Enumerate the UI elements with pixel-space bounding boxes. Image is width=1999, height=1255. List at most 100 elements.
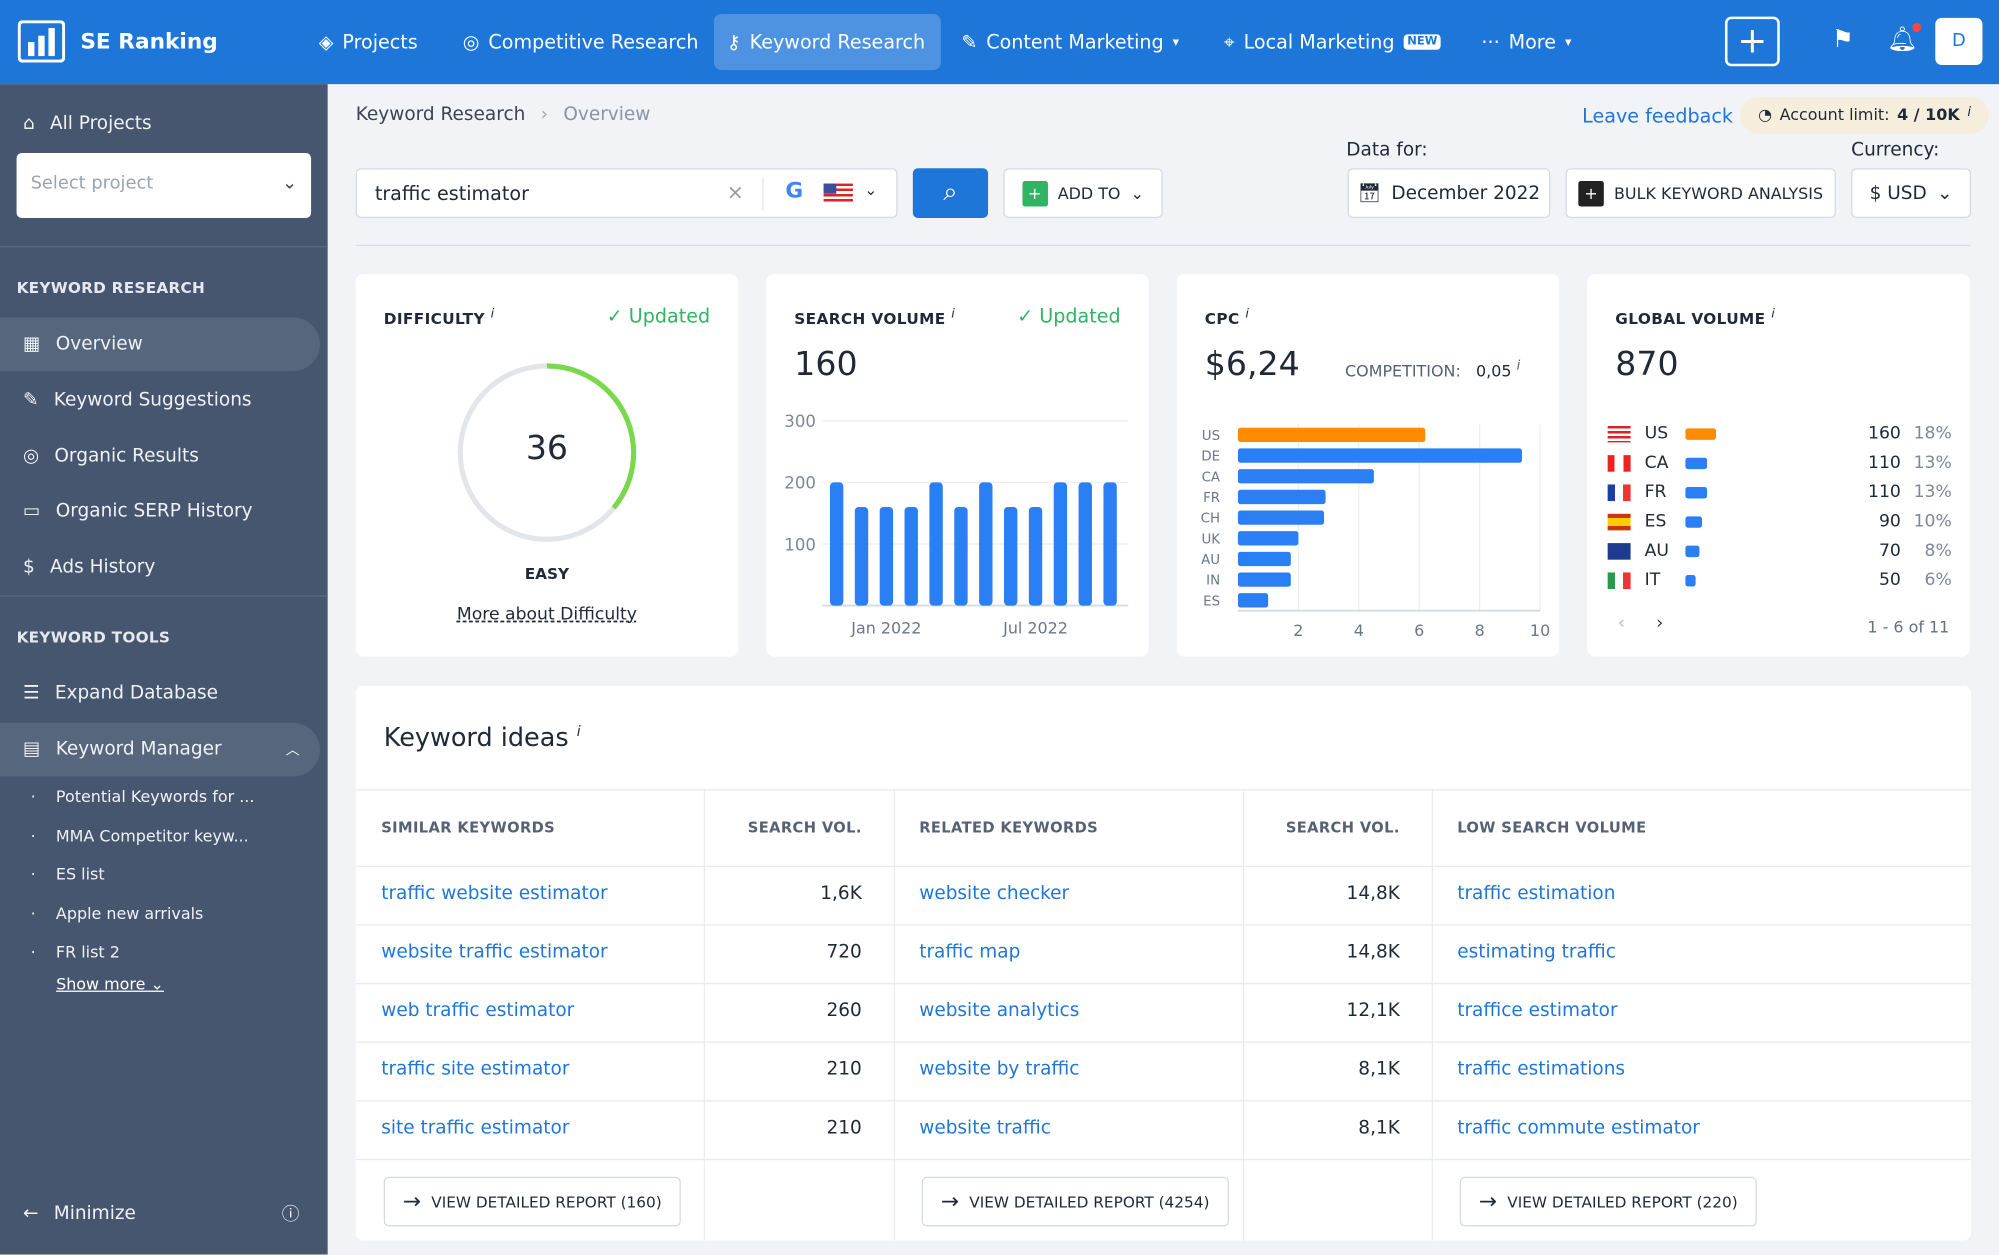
- nav-keyword-research[interactable]: ⚷ Keyword Research: [713, 14, 941, 71]
- volume-bar[interactable]: [1028, 506, 1043, 606]
- cpc-bar[interactable]: [1237, 427, 1426, 443]
- search-volume-value: 12,1K: [1346, 1000, 1400, 1022]
- leave-feedback-link[interactable]: Leave feedback: [1582, 105, 1733, 128]
- avatar[interactable]: D: [1935, 17, 1983, 66]
- cpc-bar[interactable]: [1237, 489, 1326, 505]
- google-icon[interactable]: G: [785, 178, 803, 203]
- cpc-bar[interactable]: [1237, 551, 1291, 567]
- country-row: US 160 18%: [1607, 422, 1952, 447]
- currency-select[interactable]: $ USD ⌄: [1851, 168, 1971, 219]
- x-tick-label: 6: [1414, 621, 1424, 640]
- chevron-down-icon: ⌄: [282, 173, 298, 194]
- sidebar-item-overview[interactable]: ▦ Overview: [0, 317, 320, 371]
- cpc-bar[interactable]: [1237, 469, 1374, 484]
- show-more-link[interactable]: Show more ⌄: [56, 974, 164, 993]
- prev-page-icon[interactable]: ‹: [1618, 613, 1625, 633]
- sidebar-item-expand-database[interactable]: ☰ Expand Database: [0, 667, 320, 721]
- sidebar-item-keyword-suggestions[interactable]: ✎ Keyword Suggestions: [0, 374, 320, 428]
- volume-bar[interactable]: [979, 482, 993, 606]
- keyword-link[interactable]: website traffic: [919, 1118, 1051, 1138]
- nav-competitive-research[interactable]: ◎ Competitive Research: [450, 14, 711, 70]
- nav-content-marketing[interactable]: ✎ Content Marketing ▾: [949, 14, 1192, 70]
- nav-more[interactable]: ··· More ▾: [1469, 14, 1584, 70]
- keyword-link[interactable]: traffic estimations: [1457, 1059, 1625, 1079]
- info-icon[interactable]: i: [491, 307, 495, 321]
- info-icon[interactable]: i: [1771, 307, 1775, 321]
- cpc-bar[interactable]: [1237, 531, 1299, 546]
- volume-bar[interactable]: [879, 506, 894, 606]
- volume-bar[interactable]: [954, 506, 968, 606]
- keyword-link[interactable]: web traffic estimator: [381, 1001, 574, 1021]
- info-icon[interactable]: i: [951, 307, 955, 321]
- keyword-link[interactable]: traffic estimation: [1457, 884, 1615, 904]
- volume-bar[interactable]: [1053, 482, 1068, 606]
- us-flag-icon[interactable]: [823, 183, 853, 203]
- keyword-link[interactable]: traffic commute estimator: [1457, 1118, 1700, 1138]
- select-project-dropdown[interactable]: Select project ⌄: [16, 152, 312, 219]
- add-button[interactable]: +: [1724, 16, 1780, 67]
- sidebar-item-keyword-manager[interactable]: ▤ Keyword Manager ︿: [0, 722, 320, 777]
- keyword-list-item[interactable]: · Potential Keywords for ...: [31, 787, 255, 806]
- flag-icon[interactable]: ⚑: [1832, 25, 1854, 53]
- keyword-link[interactable]: estimating traffic: [1457, 942, 1616, 962]
- keyword-link[interactable]: trafficе estimator: [1457, 1001, 1617, 1021]
- volume-bar[interactable]: [929, 482, 943, 606]
- keyword-link[interactable]: traffic map: [919, 942, 1020, 962]
- nav-projects[interactable]: ◈ Projects: [306, 14, 431, 70]
- sidebar-item-organic-results[interactable]: ◎ Organic Results: [0, 430, 320, 484]
- keyword-link[interactable]: website traffic estimator: [381, 942, 607, 962]
- logo[interactable]: SE Ranking: [17, 20, 218, 63]
- keyword-list-item[interactable]: · Apple new arrivals: [31, 904, 204, 923]
- keyword-link[interactable]: traffic site estimator: [381, 1059, 569, 1079]
- arrow-left-icon: ←: [22, 1203, 39, 1224]
- volume-bar[interactable]: [1003, 506, 1018, 606]
- clear-icon[interactable]: ×: [727, 180, 744, 204]
- cpc-bar[interactable]: [1237, 593, 1269, 608]
- keyword-link[interactable]: website checker: [919, 884, 1069, 904]
- volume-bar[interactable]: [1103, 482, 1117, 606]
- dots-icon: ···: [1481, 30, 1500, 54]
- country-percent: 10%: [1913, 511, 1952, 532]
- sidebar-item-organic-serp-history[interactable]: ▭ Organic SERP History: [0, 484, 320, 538]
- view-detailed-report-button[interactable]: → VIEW DETAILED REPORT (160): [383, 1176, 681, 1227]
- bulk-keyword-analysis-button[interactable]: + BULK KEYWORD ANALYSIS: [1565, 168, 1836, 219]
- search-button[interactable]: ⌕: [912, 168, 989, 219]
- country-row: ES 90 10%: [1607, 510, 1952, 535]
- view-detailed-report-button[interactable]: → VIEW DETAILED REPORT (220): [1459, 1176, 1757, 1227]
- bell-icon[interactable]: 🔔︎: [1887, 22, 1922, 54]
- search-volume-card: SEARCH VOLUME i ✓ Updated 160 100 200 300 J…: [766, 274, 1149, 657]
- volume-bar[interactable]: [829, 482, 844, 606]
- x-tick-label: 4: [1354, 621, 1364, 640]
- volume-bar[interactable]: [1078, 482, 1092, 606]
- volume-bar[interactable]: [904, 506, 918, 606]
- cpc-bar[interactable]: [1237, 510, 1325, 525]
- add-to-button[interactable]: + ADD TO ⌄: [1003, 168, 1163, 219]
- keyword-link[interactable]: website analytics: [919, 1001, 1079, 1021]
- breadcrumb-keyword-research[interactable]: Keyword Research: [356, 105, 526, 125]
- keyword-link[interactable]: website by traffic: [919, 1059, 1079, 1079]
- keyword-search-input[interactable]: traffic estimator × G ⌄: [355, 168, 898, 219]
- keyword-link[interactable]: site traffic estimator: [381, 1118, 569, 1138]
- cpc-bar[interactable]: [1237, 572, 1291, 587]
- sidebar-all-projects[interactable]: ⌂ All Projects: [0, 97, 320, 151]
- keyword-list-item[interactable]: · MMA Competitor keyw...: [31, 826, 249, 845]
- chevron-down-icon: ▾: [1172, 35, 1180, 50]
- chevron-down-icon[interactable]: ⌄: [864, 181, 877, 199]
- date-picker-button[interactable]: 📅︎ December 2022: [1347, 168, 1551, 219]
- more-about-difficulty-link[interactable]: More about Difficulty: [356, 604, 738, 624]
- nav-local-marketing[interactable]: ⌖ Local Marketing NEW: [1211, 14, 1454, 70]
- country-row: FR 110 13%: [1607, 481, 1952, 506]
- help-icon[interactable]: ⓘ: [282, 1201, 300, 1226]
- sidebar-item-ads-history[interactable]: $ Ads History: [0, 541, 320, 595]
- search-volume-value: 210: [826, 1118, 862, 1139]
- next-page-icon[interactable]: ›: [1656, 613, 1663, 633]
- keyword-list-item[interactable]: · FR list 2: [31, 942, 120, 961]
- minimize-button[interactable]: ← Minimize ⓘ: [0, 1187, 320, 1241]
- volume-bar[interactable]: [854, 506, 869, 606]
- view-detailed-report-button[interactable]: → VIEW DETAILED REPORT (4254): [921, 1176, 1229, 1227]
- cpc-bar[interactable]: [1237, 448, 1522, 463]
- info-icon[interactable]: i: [1245, 307, 1249, 321]
- keyword-link[interactable]: traffic website estimator: [381, 884, 607, 904]
- x-tick-label: 2: [1293, 621, 1303, 640]
- keyword-list-item[interactable]: · ES list: [31, 864, 105, 883]
